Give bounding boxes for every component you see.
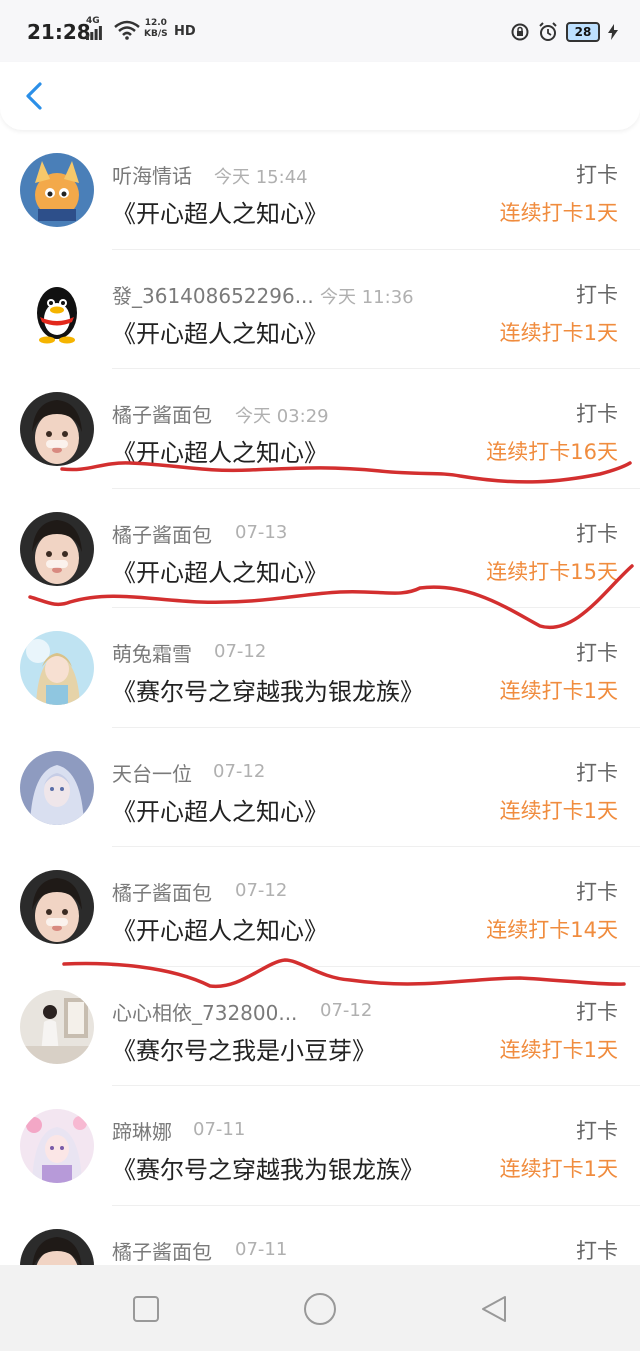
triangle-back-icon bbox=[482, 1296, 506, 1322]
avatar[interactable] bbox=[20, 153, 94, 227]
user-name[interactable]: 橘子酱面包 bbox=[112, 399, 212, 428]
back-nav-button[interactable] bbox=[476, 1291, 512, 1327]
network-indicator: 4G bbox=[86, 16, 102, 40]
list-item[interactable]: 听海情话 今天 15:44 《开心超人之知心》 打卡连续打卡1天 bbox=[0, 130, 640, 250]
post-time: 今天 03:29 bbox=[235, 406, 329, 427]
signal-icon bbox=[86, 26, 102, 40]
streak-label: 连续打卡1天 bbox=[499, 798, 618, 823]
square-icon bbox=[133, 1296, 159, 1322]
checkin-label: 打卡 bbox=[576, 760, 618, 785]
avatar[interactable] bbox=[20, 392, 94, 466]
streak-label: 连续打卡14天 bbox=[486, 918, 618, 942]
checkin-label: 打卡 bbox=[576, 880, 618, 904]
list-item[interactable]: 心心相依_732800... 07-12 《赛尔号之我是小豆芽》 打卡连续打卡1天 bbox=[0, 967, 640, 1086]
avatar[interactable] bbox=[20, 272, 94, 347]
system-nav-bar bbox=[0, 1265, 640, 1351]
avatar[interactable] bbox=[20, 1109, 94, 1183]
avatar[interactable] bbox=[20, 989, 94, 1064]
streak-label: 连续打卡15天 bbox=[486, 559, 618, 584]
list-item[interactable]: 橘子酱面包 07-13 《开心超人之知心》 打卡连续打卡15天 bbox=[0, 489, 640, 608]
user-name[interactable]: 听海情话 bbox=[112, 160, 192, 189]
post-time: 07-12 bbox=[213, 760, 266, 782]
hd-indicator: HD bbox=[174, 24, 196, 39]
checkin-label: 打卡 bbox=[576, 999, 618, 1024]
list-item[interactable]: 萌兔霜雪 07-12 《赛尔号之穿越我为银龙族》 打卡连续打卡1天 bbox=[0, 608, 640, 728]
lock-rotation-icon bbox=[510, 22, 530, 42]
post-time: 07-11 bbox=[235, 1238, 288, 1260]
net-speed-value: 12.0 bbox=[144, 18, 167, 28]
recent-apps-button[interactable] bbox=[128, 1291, 164, 1327]
checkin-label: 打卡 bbox=[576, 163, 618, 187]
streak-label: 连续打卡1天 bbox=[499, 1037, 618, 1062]
streak-label: 连续打卡1天 bbox=[499, 1157, 618, 1181]
post-time: 今天 11:36 bbox=[320, 286, 414, 308]
list-item[interactable]: 天台一位 07-12 《开心超人之知心》 打卡连续打卡1天 bbox=[0, 728, 640, 847]
status-bar: 21:28 4G 12.0 KB/S HD 28 bbox=[0, 0, 640, 62]
avatar[interactable] bbox=[20, 750, 94, 825]
charging-icon bbox=[608, 22, 618, 42]
wifi-icon bbox=[114, 20, 140, 44]
list-item[interactable]: 橘子酱面包 07-12 《开心超人之知心》 打卡连续打卡14天 bbox=[0, 847, 640, 967]
home-button[interactable] bbox=[302, 1291, 338, 1327]
net-speed: 12.0 KB/S bbox=[144, 18, 168, 40]
user-name[interactable]: 發_361408652296... bbox=[112, 280, 314, 309]
checkin-label: 打卡 bbox=[576, 641, 618, 665]
book-title[interactable]: 《开心超人之知心》 bbox=[112, 433, 328, 468]
streak-label: 连续打卡16天 bbox=[486, 440, 618, 464]
user-name[interactable]: 橘子酱面包 bbox=[112, 1236, 212, 1265]
post-time: 07-12 bbox=[235, 880, 288, 901]
chevron-left-icon bbox=[26, 82, 42, 110]
list-item[interactable]: 發_361408652296... 今天 11:36 《开心超人之知心》 打卡连续打卡… bbox=[0, 250, 640, 369]
user-name[interactable]: 萌兔霜雪 bbox=[112, 638, 192, 667]
circle-icon bbox=[304, 1293, 336, 1325]
book-title[interactable]: 《开心超人之知心》 bbox=[112, 911, 328, 946]
user-name[interactable]: 心心相依_732800... bbox=[112, 997, 297, 1026]
streak-label: 连续打卡1天 bbox=[499, 201, 618, 225]
back-button[interactable] bbox=[18, 78, 54, 114]
post-time: 今天 15:44 bbox=[214, 167, 308, 188]
user-name[interactable]: 橘子酱面包 bbox=[112, 519, 212, 548]
book-title[interactable]: 《开心超人之知心》 bbox=[112, 553, 328, 588]
list-item[interactable]: 橘子酱面包 今天 03:29 《开心超人之知心》 打卡连续打卡16天 bbox=[0, 369, 640, 489]
battery-indicator: 28 bbox=[566, 22, 600, 42]
user-name[interactable]: 蹄琳娜 bbox=[112, 1116, 172, 1145]
book-title[interactable]: 《开心超人之知心》 bbox=[112, 314, 328, 349]
avatar[interactable] bbox=[20, 511, 94, 586]
network-type: 4G bbox=[86, 16, 100, 26]
header-bar bbox=[0, 62, 640, 130]
book-title[interactable]: 《赛尔号之我是小豆芽》 bbox=[112, 1031, 376, 1066]
avatar[interactable] bbox=[20, 870, 94, 944]
post-time: 07-11 bbox=[193, 1119, 246, 1140]
checkin-label: 打卡 bbox=[576, 402, 618, 426]
list-item[interactable]: 蹄琳娜 07-11 《赛尔号之穿越我为银龙族》 打卡连续打卡1天 bbox=[0, 1086, 640, 1206]
checkin-label: 打卡 bbox=[576, 282, 618, 307]
checkin-label: 打卡 bbox=[576, 1119, 618, 1143]
streak-label: 连续打卡1天 bbox=[499, 679, 618, 703]
alarm-icon bbox=[538, 22, 558, 42]
book-title[interactable]: 《开心超人之知心》 bbox=[112, 792, 328, 827]
avatar[interactable] bbox=[20, 631, 94, 705]
checkin-list: 听海情话 今天 15:44 《开心超人之知心》 打卡 连续打卡1天 發_361408652… bbox=[0, 130, 640, 1325]
user-name[interactable]: 天台一位 bbox=[112, 758, 192, 787]
status-time: 21:28 bbox=[27, 20, 91, 44]
book-title[interactable]: 《赛尔号之穿越我为银龙族》 bbox=[112, 1150, 424, 1185]
post-time: 07-12 bbox=[214, 641, 267, 662]
book-title[interactable]: 《赛尔号之穿越我为银龙族》 bbox=[112, 672, 424, 707]
checkin-label: 打卡 bbox=[576, 521, 618, 546]
post-time: 07-12 bbox=[320, 999, 373, 1021]
net-speed-unit: KB/S bbox=[144, 29, 168, 39]
streak-label: 连续打卡1天 bbox=[499, 320, 618, 345]
post-time: 07-13 bbox=[235, 521, 288, 543]
user-name[interactable]: 橘子酱面包 bbox=[112, 877, 212, 906]
book-title[interactable]: 《开心超人之知心》 bbox=[112, 194, 328, 229]
checkin-label: 打卡 bbox=[576, 1238, 618, 1263]
